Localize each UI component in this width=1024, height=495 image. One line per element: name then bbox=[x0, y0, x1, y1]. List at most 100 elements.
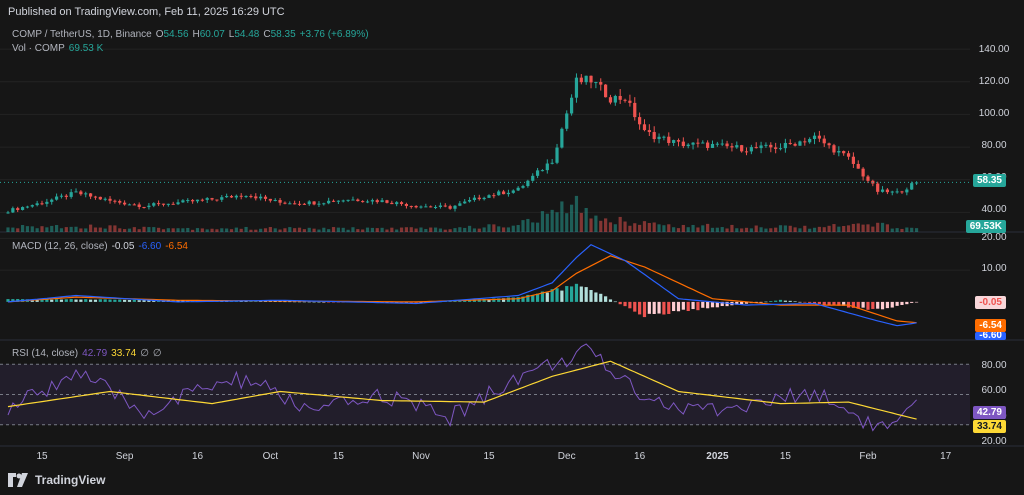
volume-bar bbox=[215, 229, 219, 232]
macd-histogram-bar bbox=[895, 301, 899, 306]
volume-bar bbox=[720, 227, 724, 232]
macd-histogram-bar bbox=[822, 301, 826, 305]
candle-body bbox=[696, 142, 700, 144]
candle-body bbox=[414, 205, 418, 208]
volume-bar bbox=[84, 228, 88, 232]
macd-hist-value: -0.05 bbox=[111, 241, 135, 252]
candle-body bbox=[399, 202, 404, 205]
volume-bar bbox=[6, 227, 10, 232]
macd-histogram-bar bbox=[317, 301, 321, 303]
macd-histogram-bar bbox=[769, 301, 773, 302]
macd-histogram-bar bbox=[59, 299, 64, 302]
candle-body bbox=[210, 198, 214, 200]
candle-body bbox=[365, 201, 370, 203]
volume-bar bbox=[851, 223, 855, 232]
candle-body bbox=[463, 201, 467, 204]
volume-bar bbox=[127, 228, 132, 232]
price-tick-40: 40.00 bbox=[981, 204, 1007, 215]
volume-bar bbox=[142, 226, 146, 232]
candle-body bbox=[817, 135, 821, 139]
candle-body bbox=[152, 203, 156, 206]
candle-body bbox=[613, 95, 617, 103]
macd-histogram-bar bbox=[710, 301, 715, 308]
candle-body bbox=[327, 200, 331, 204]
candle-body bbox=[127, 204, 132, 206]
candle-body bbox=[866, 176, 870, 181]
ohlc-open: O54.56 bbox=[155, 29, 189, 40]
candle-body bbox=[443, 205, 447, 207]
volume-bar bbox=[336, 227, 340, 232]
volume-bar bbox=[516, 225, 520, 232]
volume-bar bbox=[740, 228, 744, 232]
candle-body bbox=[30, 205, 34, 207]
candle-body bbox=[220, 197, 224, 200]
candle-body bbox=[132, 204, 136, 206]
volume-bar bbox=[618, 216, 622, 232]
candle-body bbox=[225, 196, 229, 198]
candle-body bbox=[769, 144, 773, 148]
volume-bar bbox=[715, 227, 719, 232]
volume-bar bbox=[16, 228, 20, 232]
candle-body bbox=[195, 199, 200, 202]
rsi-label[interactable]: RSI (14, close) bbox=[12, 348, 78, 359]
volume-bar bbox=[166, 228, 170, 232]
macd-histogram-bar bbox=[599, 293, 603, 302]
rsi-tick-60: 60.00 bbox=[981, 385, 1007, 396]
volume-bar bbox=[59, 228, 64, 232]
volume-bar bbox=[861, 224, 865, 232]
candle-body bbox=[876, 183, 880, 192]
volume-bar bbox=[93, 227, 98, 232]
candle-body bbox=[910, 183, 914, 190]
volume-bar bbox=[370, 227, 374, 232]
macd-histogram-bar bbox=[667, 301, 671, 314]
macd-line-badge: -6.60 bbox=[975, 332, 1006, 340]
candle-body bbox=[356, 199, 360, 202]
candle-body bbox=[273, 200, 277, 202]
candle-body bbox=[50, 199, 54, 202]
volume-bar bbox=[404, 227, 409, 232]
volume-bar bbox=[161, 229, 166, 232]
volume-bar bbox=[822, 227, 826, 232]
candle-body bbox=[759, 145, 763, 149]
volume-bar bbox=[195, 228, 200, 232]
candle-body bbox=[574, 77, 579, 98]
candle-body bbox=[25, 206, 30, 208]
volume-bar bbox=[244, 226, 248, 232]
symbol-title[interactable]: COMP / TetherUS, 1D, Binance bbox=[12, 29, 152, 40]
macd-histogram-bar bbox=[798, 301, 802, 303]
volume-bar bbox=[40, 226, 44, 232]
volume-bar bbox=[234, 227, 238, 232]
candle-body bbox=[142, 206, 146, 208]
volume-value: 69.53 K bbox=[68, 43, 104, 54]
candle-body bbox=[283, 202, 287, 204]
volume-label[interactable]: Vol · COMP bbox=[12, 43, 65, 54]
candle-body bbox=[20, 207, 25, 210]
tradingview-logo-icon bbox=[8, 473, 28, 487]
volume-bar bbox=[429, 227, 433, 232]
candle-body bbox=[730, 146, 734, 148]
candle-body bbox=[375, 200, 379, 203]
tradingview-brand[interactable]: TradingView bbox=[8, 473, 105, 487]
macd-signal-badge: -6.54 bbox=[975, 319, 1006, 332]
candle-body bbox=[40, 203, 44, 205]
macd-histogram-bar bbox=[759, 301, 763, 303]
macd-histogram-bar bbox=[900, 301, 904, 305]
volume-bar bbox=[696, 227, 700, 232]
macd-histogram-bar bbox=[108, 299, 112, 302]
macd-histogram-bar bbox=[118, 299, 122, 302]
candle-body bbox=[647, 130, 651, 133]
macd-histogram-bar bbox=[50, 299, 54, 302]
candle-body bbox=[331, 200, 336, 202]
volume-bar bbox=[225, 228, 229, 232]
volume-bar bbox=[171, 228, 175, 232]
macd-label[interactable]: MACD (12, 26, close) bbox=[12, 241, 108, 252]
candle-body bbox=[740, 145, 744, 152]
candle-body bbox=[885, 189, 890, 193]
time-axis-label: 15 bbox=[779, 451, 791, 462]
volume-bar bbox=[764, 228, 768, 232]
rsi-badge: 42.79 bbox=[972, 406, 1006, 419]
volume-bar bbox=[64, 227, 68, 232]
candle-body bbox=[35, 203, 39, 206]
rsi-ma-badge: 33.74 bbox=[972, 420, 1006, 433]
volume-bar bbox=[526, 218, 530, 232]
